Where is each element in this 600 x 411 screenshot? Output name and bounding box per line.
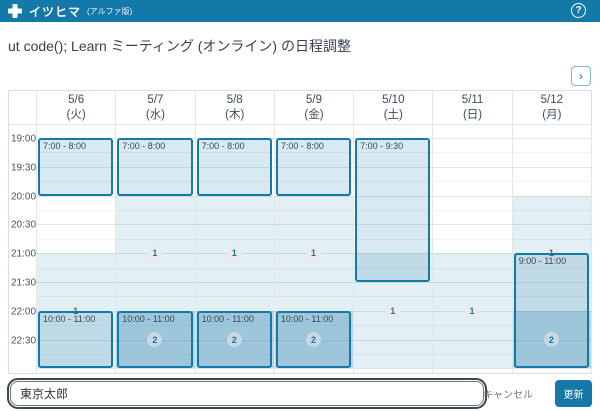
day-header-0: 5/6(火) — [36, 91, 115, 125]
availability-count-badge: 1 — [306, 246, 321, 261]
calendar-grid: 5/6(火)5/7(水)5/8(木)5/9(金)5/10(土)5/11(日)5/… — [8, 90, 592, 374]
availability-count-badge: 1 — [465, 303, 480, 318]
selected-slot-label: 10:00 - 11:00 — [40, 313, 111, 325]
selected-slot-label: 10:00 - 11:00 — [199, 313, 270, 325]
help-glyph: ? — [575, 5, 581, 16]
day-weekday: (水) — [146, 108, 165, 123]
day-header-5: 5/11(日) — [432, 91, 511, 125]
selected-slot-label: 7:00 - 8:00 — [278, 140, 349, 152]
cancel-button[interactable]: キャンセル — [475, 380, 541, 407]
time-label: 22:30 — [9, 335, 38, 346]
day-weekday: (金) — [304, 108, 323, 123]
app-version-badge: (アルファ版) — [87, 6, 132, 17]
selected-slot-label: 7:00 - 8:00 — [119, 140, 190, 152]
selected-slot[interactable]: 7:00 - 8:00 — [117, 138, 192, 196]
calendar-body: 19:00 19:30 20:00 20:30 21:00 21:30 22:00 22:30… — [9, 125, 591, 373]
day-date: 5/9 — [306, 93, 322, 108]
update-button[interactable]: 更新 — [555, 380, 592, 407]
selected-slot-label: 7:00 - 9:30 — [357, 140, 428, 152]
time-label: 20:00 — [9, 191, 38, 202]
time-label: 22:00 — [9, 306, 38, 317]
calendar-header-row: 5/6(火)5/7(水)5/8(木)5/9(金)5/10(土)5/11(日)5/… — [9, 91, 591, 125]
participant-name-input[interactable] — [10, 381, 484, 406]
selected-slot[interactable]: 10:00 - 11:00 — [38, 311, 113, 369]
footer-bar: キャンセル 更新 — [0, 374, 600, 411]
availability-count-badge: 1 — [227, 246, 242, 261]
day-header-6: 5/12(月) — [512, 91, 591, 125]
next-week-button[interactable]: › — [571, 66, 591, 86]
day-header-4: 5/10(土) — [353, 91, 432, 125]
selected-slot-label: 7:00 - 8:00 — [40, 140, 111, 152]
selected-slot[interactable]: 7:00 - 8:00 — [197, 138, 272, 196]
time-label: 21:00 — [9, 249, 38, 260]
page-title: ut code(); Learn ミーティング (オンライン) の日程調整 — [8, 36, 351, 56]
time-label: 20:30 — [9, 220, 38, 231]
day-weekday: (日) — [463, 108, 482, 123]
selected-slot-label: 10:00 - 11:00 — [278, 313, 349, 325]
day-weekday: (土) — [384, 108, 403, 123]
time-label: 21:30 — [9, 278, 38, 289]
selected-slot-label: 10:00 - 11:00 — [119, 313, 190, 325]
day-date: 5/11 — [462, 93, 484, 108]
selected-slot[interactable]: 10:00 - 11:00 — [197, 311, 272, 369]
column-line — [591, 125, 592, 373]
selected-slot[interactable]: 10:00 - 11:00 — [117, 311, 192, 369]
selected-slot[interactable]: 7:00 - 9:30 — [355, 138, 430, 282]
day-date: 5/8 — [227, 93, 243, 108]
help-icon[interactable]: ? — [571, 3, 586, 18]
day-header-2: 5/8(木) — [195, 91, 274, 125]
selected-slot[interactable]: 9:00 - 11:00 — [514, 253, 589, 368]
day-date: 5/10 — [382, 93, 404, 108]
selected-slot[interactable]: 7:00 - 8:00 — [276, 138, 351, 196]
app-name: イツヒマ — [29, 3, 81, 20]
day-date: 5/7 — [147, 93, 163, 108]
selected-slot[interactable]: 7:00 - 8:00 — [38, 138, 113, 196]
selected-slot[interactable]: 10:00 - 11:00 — [276, 311, 351, 369]
time-label: 19:30 — [9, 162, 38, 173]
day-weekday: (月) — [542, 108, 561, 123]
selected-slot-label: 9:00 - 11:00 — [516, 255, 587, 267]
time-label: 19:00 — [9, 134, 38, 145]
day-header-3: 5/9(金) — [274, 91, 353, 125]
selected-slot-label: 7:00 - 8:00 — [199, 140, 270, 152]
day-date: 5/12 — [541, 93, 563, 108]
day-weekday: (木) — [225, 108, 244, 123]
day-date: 5/6 — [68, 93, 84, 108]
day-header-1: 5/7(水) — [115, 91, 194, 125]
day-weekday: (火) — [67, 108, 86, 123]
logo-icon — [8, 4, 22, 18]
app-header: イツヒマ (アルファ版) ? — [0, 0, 600, 22]
